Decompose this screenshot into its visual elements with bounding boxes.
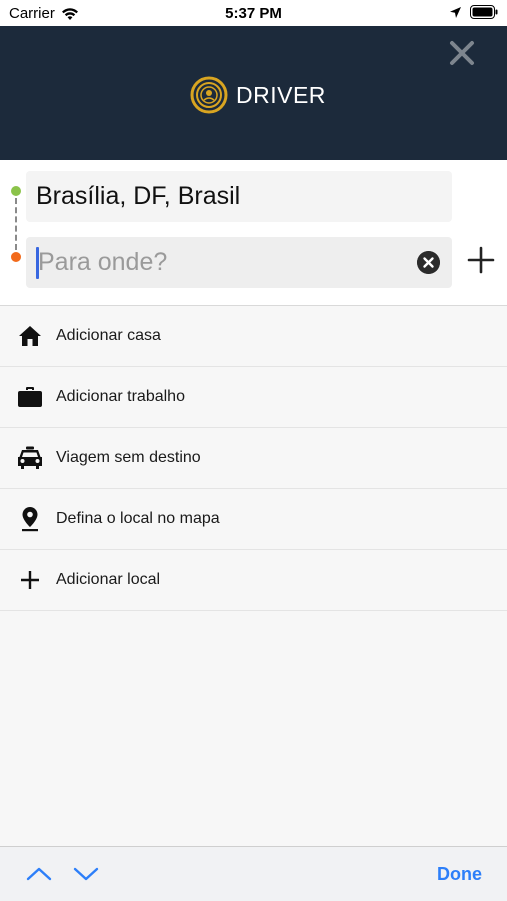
keyboard-toolbar: Done — [0, 846, 507, 901]
destination-placeholder: Para onde? — [38, 248, 168, 276]
route-panel: Brasília, DF, Brasil Para onde? — [0, 160, 507, 306]
add-stop-icon[interactable] — [466, 245, 496, 275]
done-button[interactable]: Done — [437, 864, 482, 885]
map-pin-icon — [17, 506, 43, 532]
list-item-add-place[interactable]: Adicionar local — [0, 550, 507, 611]
status-bar: Carrier 5:37 PM — [0, 0, 507, 26]
origin-field[interactable]: Brasília, DF, Brasil — [26, 171, 452, 222]
list-item-label: Adicionar local — [56, 571, 161, 588]
list-item-set-on-map[interactable]: Defina o local no mapa — [0, 489, 507, 550]
taxi-icon — [17, 445, 43, 471]
home-icon — [17, 323, 43, 349]
list-item-trip-no-destination[interactable]: Viagem sem destino — [0, 428, 507, 489]
route-connector — [15, 198, 17, 250]
app-logo: DRIVER — [190, 76, 326, 114]
close-icon[interactable] — [447, 38, 477, 68]
app-header: DRIVER — [0, 26, 507, 160]
suggestion-list: Adicionar casa Adicionar trabalho Viagem… — [0, 306, 507, 611]
plus-icon — [17, 567, 43, 593]
list-item-label: Viagem sem destino — [56, 449, 201, 466]
clear-icon[interactable] — [417, 251, 440, 274]
destination-field[interactable]: Para onde? — [26, 237, 452, 288]
logo-text: DRIVER — [236, 81, 326, 108]
location-arrow-icon — [450, 6, 461, 18]
briefcase-icon — [17, 384, 43, 410]
list-item-add-work[interactable]: Adicionar trabalho — [0, 367, 507, 428]
list-item-label: Adicionar trabalho — [56, 388, 185, 405]
list-item-add-home[interactable]: Adicionar casa — [0, 306, 507, 367]
driver-logo-icon — [190, 76, 228, 114]
chevron-up-icon[interactable] — [25, 862, 53, 886]
origin-value: Brasília, DF, Brasil — [36, 182, 241, 210]
status-right — [449, 5, 498, 19]
origin-dot — [11, 186, 21, 196]
battery-icon — [470, 5, 498, 19]
list-item-label: Adicionar casa — [56, 327, 161, 344]
status-time: 5:37 PM — [225, 5, 282, 22]
list-item-label: Defina o local no mapa — [56, 510, 220, 527]
chevron-down-icon[interactable] — [72, 862, 100, 886]
destination-dot — [11, 252, 21, 262]
